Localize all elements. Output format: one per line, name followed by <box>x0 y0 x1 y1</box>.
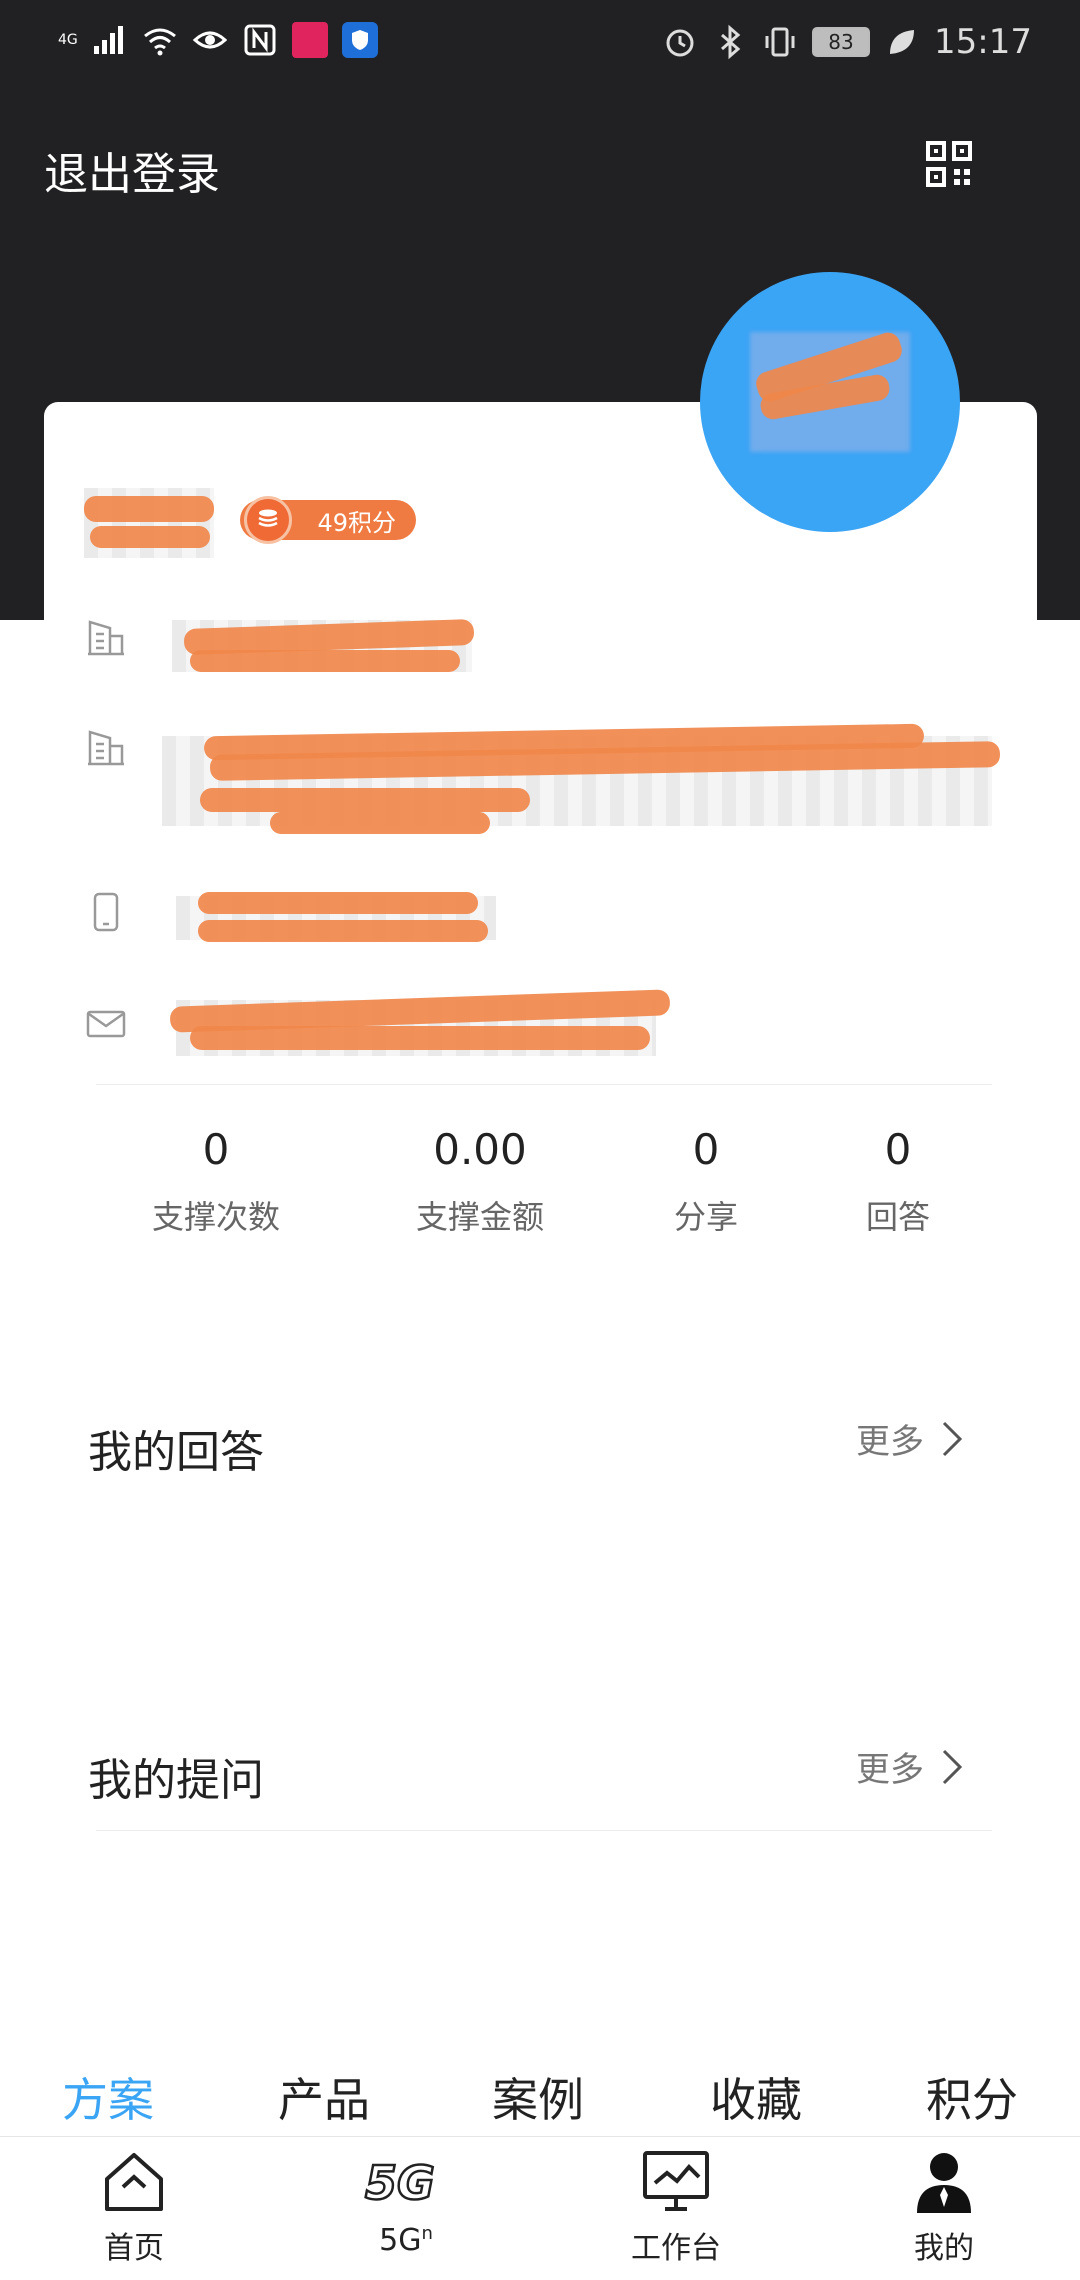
building-icon <box>88 730 124 766</box>
nav-home[interactable]: 首页 <box>34 2147 234 2267</box>
mail-icon <box>86 1010 126 1038</box>
tab-cases[interactable]: 案例 <box>458 2064 618 2130</box>
phone-icon <box>93 892 119 932</box>
company-redaction <box>190 650 460 672</box>
clock: 15:17 <box>934 22 1032 62</box>
nav-5g-text: 5G <box>379 2223 422 2258</box>
status-left: 4G <box>58 22 378 58</box>
email-redaction <box>190 1026 650 1050</box>
stat-answers[interactable]: 0 回答 <box>828 1122 968 1238</box>
address-redaction <box>200 788 530 812</box>
alarm-icon <box>666 29 694 57</box>
nav-5g-sup: n <box>421 2223 433 2244</box>
eye-icon <box>192 31 227 49</box>
name-redaction <box>84 496 214 522</box>
chevron-right-icon <box>942 1421 963 1456</box>
nav-mine-label: 我的 <box>914 2231 974 2266</box>
coin-icon <box>244 496 292 544</box>
signal-icon <box>93 26 123 54</box>
stat-support-amount[interactable]: 0.00 支撑金额 <box>380 1122 580 1238</box>
nav-workbench[interactable]: 工作台 <box>576 2147 776 2267</box>
stat-label: 分享 <box>673 1198 738 1236</box>
bluetooth-icon <box>721 24 741 60</box>
nav-mine[interactable]: 我的 <box>844 2147 1044 2267</box>
home-icon <box>105 2153 163 2211</box>
nav-5g[interactable]: 5G 5Gn <box>306 2147 506 2258</box>
my-questions-title: 我的提问 <box>88 1755 264 1806</box>
wifi-icon <box>143 28 176 56</box>
nav-5g-label: 5Gn <box>306 2223 506 2258</box>
tab-solutions[interactable]: 方案 <box>28 2064 188 2130</box>
network-type: 4G <box>58 32 78 48</box>
stat-value: 0 <box>202 1125 230 1174</box>
5g-icon: 5G <box>364 2155 436 2212</box>
more-label: 更多 <box>856 1750 924 1790</box>
stat-label: 支撑金额 <box>415 1198 544 1236</box>
answers-more-link[interactable]: 更多 <box>856 1414 964 1463</box>
questions-more-link[interactable]: 更多 <box>856 1742 964 1791</box>
avatar[interactable] <box>700 272 960 532</box>
phone-redaction <box>198 892 478 914</box>
app-notification-icon <box>291 22 328 58</box>
nfc-icon <box>244 24 276 56</box>
battery-indicator: 83 <box>812 27 871 57</box>
stat-label: 回答 <box>865 1198 930 1236</box>
more-label: 更多 <box>856 1422 924 1462</box>
status-right: 83 15:17 <box>662 22 1032 62</box>
svg-text:5G: 5G <box>365 2156 435 2210</box>
leaf-icon <box>890 30 915 54</box>
qr-code-icon[interactable] <box>926 141 972 187</box>
card-divider <box>96 1084 992 1085</box>
stat-share[interactable]: 0 分享 <box>636 1122 776 1238</box>
stat-label: 支撑次数 <box>151 1198 280 1236</box>
vibrate-icon <box>765 27 795 57</box>
user-icon <box>917 2153 971 2213</box>
name-redaction <box>90 526 210 548</box>
status-bar: 4G 83 15:17 <box>0 0 1080 90</box>
logout-button[interactable]: 退出登录 <box>44 138 220 202</box>
stat-value: 0 <box>884 1125 912 1174</box>
section-divider <box>96 1830 992 1831</box>
stat-support-count[interactable]: 0 支撑次数 <box>116 1122 316 1238</box>
stat-value: 0.00 <box>433 1125 527 1174</box>
stat-value: 0 <box>692 1125 720 1174</box>
tab-products[interactable]: 产品 <box>244 2064 404 2130</box>
nav-home-label: 首页 <box>104 2231 164 2266</box>
workbench-icon <box>643 2151 709 2211</box>
chevron-right-icon <box>942 1749 963 1784</box>
shield-app-icon <box>341 22 378 58</box>
tab-points[interactable]: 积分 <box>892 2064 1052 2130</box>
tab-favorites[interactable]: 收藏 <box>676 2064 836 2130</box>
address-redaction <box>270 812 490 834</box>
phone-redaction <box>198 920 488 942</box>
bottom-nav: 首页 5G 5Gn 工作台 我的 <box>0 2136 1080 2280</box>
my-answers-title: 我的回答 <box>88 1427 264 1478</box>
nav-workbench-label: 工作台 <box>631 2231 721 2266</box>
building-icon <box>88 620 124 656</box>
